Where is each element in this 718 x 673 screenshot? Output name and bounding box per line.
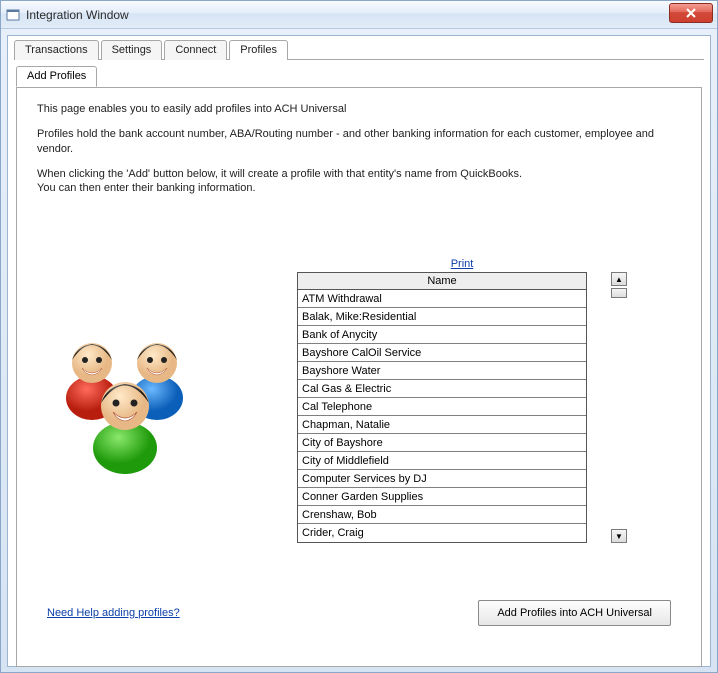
scroll-down-button[interactable]: ▼ [611,529,627,543]
people-icon [47,318,207,478]
intro-text: This page enables you to easily add prof… [37,102,681,196]
content-frame: Transactions Settings Connect Profiles A… [7,35,711,667]
grid-header-name: Name [298,273,586,290]
close-button[interactable] [669,3,713,23]
table-row[interactable]: Bayshore CalOil Service [298,344,586,362]
integration-window: Integration Window Transactions Settings… [0,0,718,673]
profiles-grid[interactable]: Name ATM WithdrawalBalak, Mike:Residenti… [297,272,587,543]
profiles-list-area: Print Name ATM WithdrawalBalak, Mike:Res… [297,258,627,543]
table-row[interactable]: ATM Withdrawal [298,290,586,308]
table-row[interactable]: Bank of Anycity [298,326,586,344]
help-link[interactable]: Need Help adding profiles? [47,607,180,619]
subtab-add-profiles[interactable]: Add Profiles [16,66,97,87]
table-row[interactable]: Bayshore Water [298,362,586,380]
table-row[interactable]: City of Bayshore [298,434,586,452]
intro-line-2: Profiles hold the bank account number, A… [37,127,681,157]
table-row[interactable]: Crenshaw, Bob [298,506,586,524]
main-tabs: Transactions Settings Connect Profiles [8,36,710,60]
scroll-up-button[interactable]: ▲ [611,272,627,286]
titlebar: Integration Window [1,1,717,29]
tab-connect[interactable]: Connect [164,40,227,60]
app-icon [5,7,21,23]
intro-line-1: This page enables you to easily add prof… [37,102,681,117]
table-row[interactable]: Conner Garden Supplies [298,488,586,506]
table-row[interactable]: City of Middlefield [298,452,586,470]
table-row[interactable]: Cal Telephone [298,398,586,416]
grid-wrap: Name ATM WithdrawalBalak, Mike:Residenti… [297,272,627,543]
sub-tabs: Add Profiles [8,60,710,87]
tab-profiles[interactable]: Profiles [229,40,288,60]
table-row[interactable]: Cal Gas & Electric [298,380,586,398]
window-title: Integration Window [26,8,129,22]
profiles-panel: This page enables you to easily add prof… [16,87,702,667]
tab-settings[interactable]: Settings [101,40,163,60]
table-row[interactable]: Crider, Craig [298,524,586,542]
table-row[interactable]: Computer Services by DJ [298,470,586,488]
table-row[interactable]: Chapman, Natalie [298,416,586,434]
scroll-up-stack: ▲ [611,272,627,298]
print-link[interactable]: Print [297,258,627,270]
tab-transactions[interactable]: Transactions [14,40,99,60]
bottom-row: Need Help adding profiles? Add Profiles … [47,600,671,626]
add-profiles-button[interactable]: Add Profiles into ACH Universal [478,600,671,626]
intro-line-3: When clicking the 'Add' button below, it… [37,167,681,197]
table-row[interactable]: Balak, Mike:Residential [298,308,586,326]
scroll-thumb[interactable] [611,288,627,298]
